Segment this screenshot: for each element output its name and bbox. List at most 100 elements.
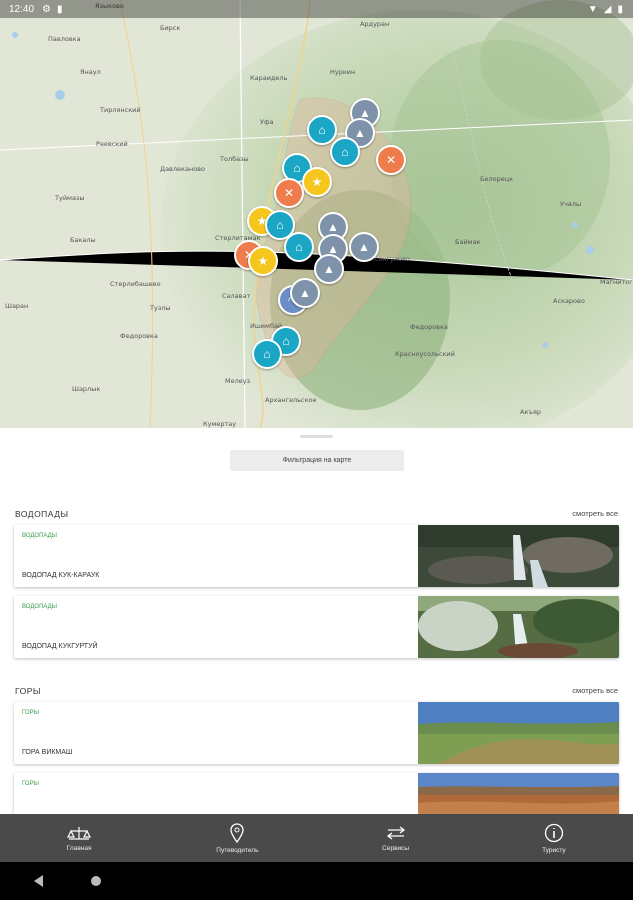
section-title-waterfalls: ВОДОПАДЫ	[15, 509, 69, 519]
wifi-icon: ▼	[587, 3, 598, 15]
map-marker-mountain[interactable]: ▲	[349, 232, 379, 262]
info-icon	[544, 823, 564, 842]
see-all-waterfalls-link[interactable]: смотреть все	[572, 509, 618, 518]
museum-icon: ⌂	[282, 334, 290, 348]
place-category: ГОРЫ	[22, 781, 39, 787]
map-city: Туймазы	[55, 194, 85, 202]
cross-icon: ✕	[385, 153, 397, 167]
map-city: Федоровка	[120, 332, 158, 340]
place-category: ГОРЫ	[22, 710, 39, 716]
mountain-icon: ▲	[323, 262, 335, 276]
signal-icon: ◢	[603, 3, 612, 15]
system-nav-bar	[0, 862, 633, 900]
place-photo	[418, 773, 619, 814]
map-city: Караидель	[250, 74, 288, 82]
place-name: ВОДОПАД КУКГУРТУЙ	[22, 643, 98, 650]
map-city: Стерлибашево	[110, 280, 161, 288]
arrows-icon	[386, 825, 405, 840]
map-city: Давлеканово	[160, 165, 205, 173]
cross-icon: ✕	[283, 186, 295, 200]
map-city: Архангельское	[265, 396, 317, 404]
map-city: Салават	[222, 292, 251, 300]
map-city: Раевский	[96, 140, 128, 148]
map-city: Толбазы	[220, 155, 249, 163]
drag-handle[interactable]	[300, 435, 333, 438]
map-city: Тузлы	[150, 304, 171, 312]
map-marker-cross[interactable]: ✕	[376, 145, 406, 175]
map-city: Мелеуз	[225, 377, 251, 385]
see-all-mountains-link[interactable]: смотреть все	[572, 686, 618, 695]
sd-card-icon: ▮	[57, 3, 63, 15]
map-city: Тирлянский	[100, 106, 141, 114]
map-filter-button[interactable]: Фильтрация на карте	[230, 450, 404, 471]
map-city: Шарлык	[72, 385, 101, 393]
section-title-mountains: ГОРЫ	[15, 686, 41, 696]
map-marker-museum[interactable]: ⌂	[252, 339, 282, 369]
nav-item-tourist[interactable]: Туристу	[475, 814, 633, 862]
nav-label: Главная	[66, 844, 92, 852]
nav-label: Путеводитель	[216, 846, 259, 854]
map-marker-star[interactable]: ★	[248, 246, 278, 276]
museum-icon: ⌂	[293, 161, 301, 175]
place-card[interactable]: ГОРЫ	[14, 773, 619, 814]
map-marker-mountain[interactable]: ▲	[314, 254, 344, 284]
place-name: ГОРА ВИКМАШ	[22, 749, 73, 756]
map-city: Магнитогорск	[600, 278, 633, 286]
map-city: Кумертау	[203, 420, 237, 428]
map-city: Акъяр	[520, 408, 542, 416]
place-card[interactable]: ВОДОПАДЫ ВОДОПАД КУКГУРТУЙ	[14, 596, 619, 658]
map-city: Федоровка	[410, 323, 448, 331]
mountain-icon: ▲	[358, 240, 370, 254]
place-photo	[418, 596, 619, 658]
map-marker-museum[interactable]: ⌂	[330, 137, 360, 167]
mountain-icon: ▲	[299, 286, 311, 300]
star-icon: ★	[257, 254, 269, 268]
scales-icon	[67, 826, 92, 840]
mountain-icon: ▲	[327, 220, 339, 234]
places-sheet: Фильтрация на карте ВОДОПАДЫ смотреть вс…	[0, 428, 633, 814]
museum-icon: ⌂	[295, 240, 303, 254]
location-pin-icon	[230, 822, 245, 843]
museum-icon: ⌂	[318, 123, 326, 137]
nav-item-guide[interactable]: Путеводитель	[158, 814, 316, 862]
nav-label: Сервисы	[382, 844, 410, 852]
nav-item-home[interactable]: Главная	[0, 814, 158, 862]
status-bar: 12:40 ⚙ ▮ ▼ ◢ ▮	[0, 0, 633, 18]
map-city: Баймак	[455, 238, 481, 246]
map-city: Янаул	[80, 68, 101, 76]
place-photo	[418, 525, 619, 587]
map-city: Белорецк	[480, 175, 514, 183]
place-name: ВОДОПАД КУК-КАРАУК	[22, 572, 100, 579]
map-city: Нуркин	[330, 68, 356, 76]
map-marker-mountain[interactable]: ▲	[290, 278, 320, 308]
map-marker-museum[interactable]: ⌂	[284, 232, 314, 262]
map-city: Шаран	[5, 302, 29, 310]
place-category: ВОДОПАДЫ	[22, 604, 57, 610]
mountain-icon: ▲	[354, 126, 366, 140]
nav-item-services[interactable]: Сервисы	[317, 814, 475, 862]
back-icon[interactable]	[34, 875, 43, 887]
map-city: Павловка	[48, 35, 81, 43]
map-city: Учалы	[560, 200, 582, 208]
place-card[interactable]: ВОДОПАДЫ ВОДОПАД КУК-КАРАУК	[14, 525, 619, 587]
star-icon: ★	[311, 175, 323, 189]
place-category: ВОДОПАДЫ	[22, 533, 57, 539]
settings-icon: ⚙	[42, 3, 51, 15]
home-icon[interactable]	[91, 876, 101, 886]
map-city: Уфа	[260, 118, 274, 126]
museum-icon: ⌂	[263, 347, 271, 361]
map-city: Бакалы	[70, 236, 96, 244]
map-marker-star[interactable]: ★	[302, 167, 332, 197]
status-time: 12:40	[9, 3, 35, 15]
nav-label: Туристу	[542, 846, 566, 854]
museum-icon: ⌂	[276, 218, 284, 232]
map-marker-cross[interactable]: ✕	[274, 178, 304, 208]
map-city: Исянгулово	[370, 255, 410, 263]
bottom-nav: Главная Путеводитель Сервисы Туристу	[0, 814, 633, 862]
map-marker-museum[interactable]: ⌂	[307, 115, 337, 145]
place-photo	[418, 702, 619, 764]
map-view[interactable]: Языково Павловка Бирск Янаул Ардуран Кар…	[0, 0, 633, 428]
place-card[interactable]: ГОРЫ ГОРА ВИКМАШ	[14, 702, 619, 764]
map-city: Аскарово	[553, 297, 585, 305]
map-city: Бирск	[160, 24, 181, 32]
